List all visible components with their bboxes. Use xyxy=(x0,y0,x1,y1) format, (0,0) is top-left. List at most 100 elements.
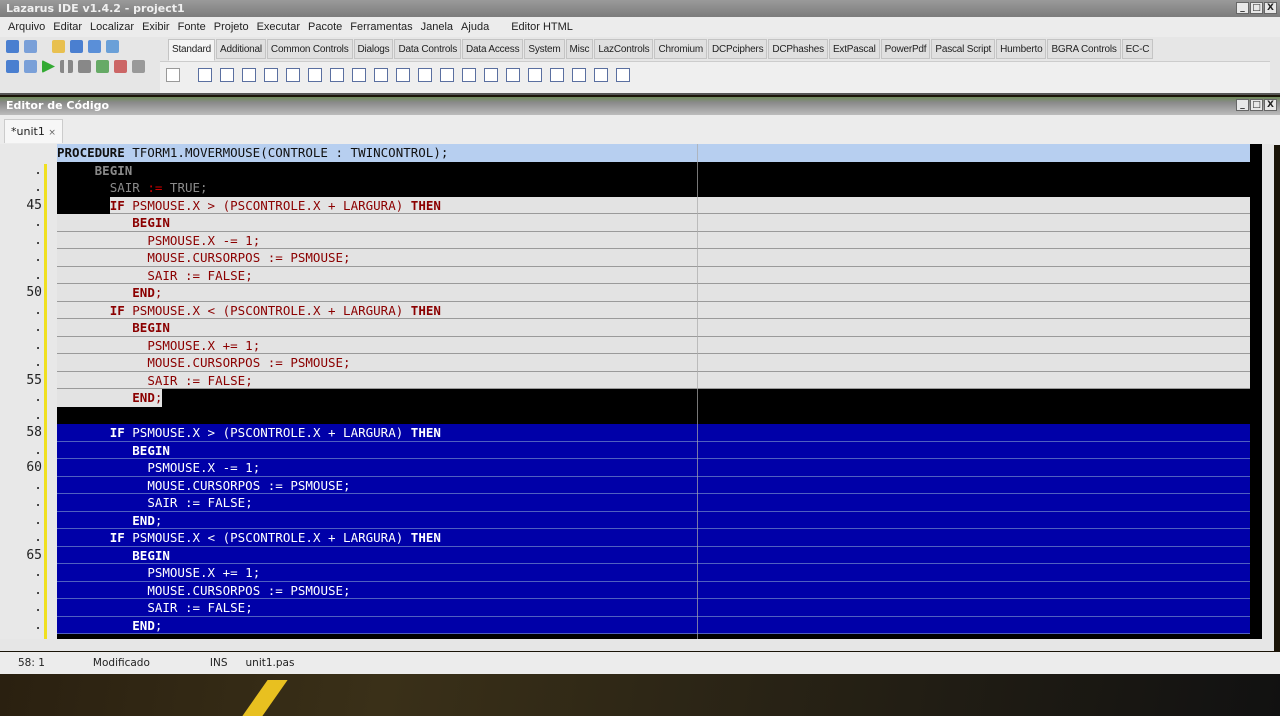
component-icon[interactable] xyxy=(418,68,432,82)
code-line[interactable]: PSMOUSE.X -= 1; xyxy=(57,459,1250,477)
component-icon[interactable] xyxy=(594,68,608,82)
new-form-icon[interactable] xyxy=(24,40,37,53)
palette-tab[interactable]: DCPciphers xyxy=(708,39,768,59)
component-icon[interactable] xyxy=(462,68,476,82)
step-over-icon[interactable] xyxy=(114,60,127,73)
code-line[interactable]: END; xyxy=(57,389,163,407)
toggle-form-icon[interactable] xyxy=(106,40,119,53)
palette-tab[interactable]: EC-C xyxy=(1121,39,1154,59)
palette-tab[interactable]: Data Controls xyxy=(394,39,462,59)
component-icon[interactable] xyxy=(506,68,520,82)
code-line[interactable]: IF PSMOUSE.X > (PSCONTROLE.X + LARGURA) … xyxy=(57,196,1250,214)
component-icon[interactable] xyxy=(616,68,630,82)
palette-tab[interactable]: Common Controls xyxy=(266,39,353,59)
component-icon[interactable] xyxy=(264,68,278,82)
save-icon[interactable] xyxy=(70,40,83,53)
pause-icon[interactable] xyxy=(60,60,73,73)
code-line[interactable]: END; xyxy=(57,511,1250,529)
code-line[interactable]: BEGIN xyxy=(57,319,1250,337)
step-out-icon[interactable] xyxy=(132,60,145,73)
tab-close-icon[interactable]: × xyxy=(48,128,56,138)
new-unit-icon[interactable] xyxy=(6,40,19,53)
component-icon[interactable] xyxy=(330,68,344,82)
menu-item[interactable]: Arquivo xyxy=(4,17,49,37)
code-line[interactable]: IF PSMOUSE.X > (PSCONTROLE.X + LARGURA) … xyxy=(57,424,1250,442)
component-icon[interactable] xyxy=(352,68,366,82)
component-icon[interactable] xyxy=(286,68,300,82)
component-icon[interactable] xyxy=(550,68,564,82)
menu-item[interactable]: Localizar xyxy=(86,17,138,37)
palette-tab[interactable]: Data Access xyxy=(462,39,524,59)
code-line[interactable]: IF PSMOUSE.X < (PSCONTROLE.X + LARGURA) … xyxy=(57,301,1250,319)
code-line[interactable]: IF PSMOUSE.X < (PSCONTROLE.X + LARGURA) … xyxy=(57,529,1250,547)
view-units-icon[interactable] xyxy=(6,60,19,73)
run-icon[interactable] xyxy=(42,60,55,73)
menu-item[interactable]: Executar xyxy=(253,17,304,37)
palette-tab[interactable]: PowerPdf xyxy=(880,39,931,59)
component-icon[interactable] xyxy=(308,68,322,82)
menu-item[interactable]: Pacote xyxy=(304,17,346,37)
palette-tab[interactable]: Dialogs xyxy=(353,39,394,59)
stop-icon[interactable] xyxy=(78,60,91,73)
code-line[interactable]: BEGIN xyxy=(57,214,1250,232)
code-line[interactable]: PSMOUSE.X += 1; xyxy=(57,336,1250,354)
component-icon[interactable] xyxy=(242,68,256,82)
close-button[interactable]: X xyxy=(1264,2,1277,14)
pointer-tool-icon[interactable] xyxy=(166,68,180,82)
editor-minimize-button[interactable]: _ xyxy=(1236,99,1249,111)
code-line[interactable]: SAIR := FALSE; xyxy=(57,599,1250,617)
palette-tab[interactable]: ExtPascal xyxy=(828,39,880,59)
horizontal-scrollbar[interactable] xyxy=(0,639,1274,651)
code-line[interactable]: MOUSE.CURSORPOS := PSMOUSE; xyxy=(57,249,1250,267)
code-line[interactable]: SAIR := FALSE; xyxy=(57,494,1250,512)
menu-item[interactable]: Editor HTML xyxy=(507,17,577,37)
save-all-icon[interactable] xyxy=(88,40,101,53)
component-icon[interactable] xyxy=(484,68,498,82)
palette-tab[interactable]: System xyxy=(524,39,565,59)
code-line[interactable]: PSMOUSE.X -= 1; xyxy=(57,231,1250,249)
code-editor[interactable]: .. 45.... 50.... 55.. 58. 60.... 65.... PROCED… xyxy=(0,144,1262,639)
code-line[interactable]: MOUSE.CURSORPOS := PSMOUSE; xyxy=(57,476,1250,494)
open-icon[interactable] xyxy=(52,40,65,53)
component-icon[interactable] xyxy=(396,68,410,82)
palette-tab[interactable]: Chromium xyxy=(654,39,708,59)
palette-tab[interactable]: Additional xyxy=(216,39,266,59)
code-line[interactable]: BEGIN xyxy=(57,441,1250,459)
palette-tab[interactable]: Misc xyxy=(565,39,594,59)
code-line[interactable]: PROCEDURE TFORM1.MOVERMOUSE(CONTROLE : T… xyxy=(57,144,1250,162)
component-icon[interactable] xyxy=(528,68,542,82)
code-line[interactable] xyxy=(57,407,1250,425)
maximize-button[interactable]: □ xyxy=(1250,2,1263,14)
menu-item[interactable]: Editar xyxy=(49,17,86,37)
code-line[interactable]: SAIR := FALSE; xyxy=(57,266,1250,284)
menu-item[interactable]: Exibir xyxy=(138,17,174,37)
component-icon[interactable] xyxy=(198,68,212,82)
component-icon[interactable] xyxy=(440,68,454,82)
menu-item[interactable]: Fonte xyxy=(174,17,210,37)
palette-tab[interactable]: LazControls xyxy=(594,39,654,59)
palette-tab[interactable]: DCPhashes xyxy=(768,39,828,59)
component-icon[interactable] xyxy=(572,68,586,82)
editor-close-button[interactable]: X xyxy=(1264,99,1277,111)
code-line[interactable]: MOUSE.CURSORPOS := PSMOUSE; xyxy=(57,354,1250,372)
component-icon[interactable] xyxy=(220,68,234,82)
code-line[interactable]: PSMOUSE.X += 1; xyxy=(57,564,1250,582)
menu-item[interactable]: Janela xyxy=(417,17,457,37)
menu-item[interactable]: Ajuda xyxy=(457,17,493,37)
code-line[interactable]: END; xyxy=(57,616,1250,634)
menu-item[interactable]: Ferramentas xyxy=(346,17,416,37)
palette-tab[interactable]: Standard xyxy=(168,39,215,61)
menu-item[interactable]: Projeto xyxy=(210,17,253,37)
minimize-button[interactable]: _ xyxy=(1236,2,1249,14)
step-into-icon[interactable] xyxy=(96,60,109,73)
code-line[interactable]: SAIR := TRUE; xyxy=(57,179,1250,197)
component-icon[interactable] xyxy=(374,68,388,82)
editor-tab-unit1[interactable]: *unit1 × xyxy=(4,119,63,143)
view-forms-icon[interactable] xyxy=(24,60,37,73)
code-line[interactable]: BEGIN xyxy=(57,546,1250,564)
code-line[interactable]: END; xyxy=(57,284,1250,302)
code-line[interactable]: BEGIN xyxy=(57,162,1250,180)
editor-maximize-button[interactable]: □ xyxy=(1250,99,1263,111)
palette-tab[interactable]: Pascal Script xyxy=(931,39,996,59)
palette-tab[interactable]: BGRA Controls xyxy=(1047,39,1121,59)
